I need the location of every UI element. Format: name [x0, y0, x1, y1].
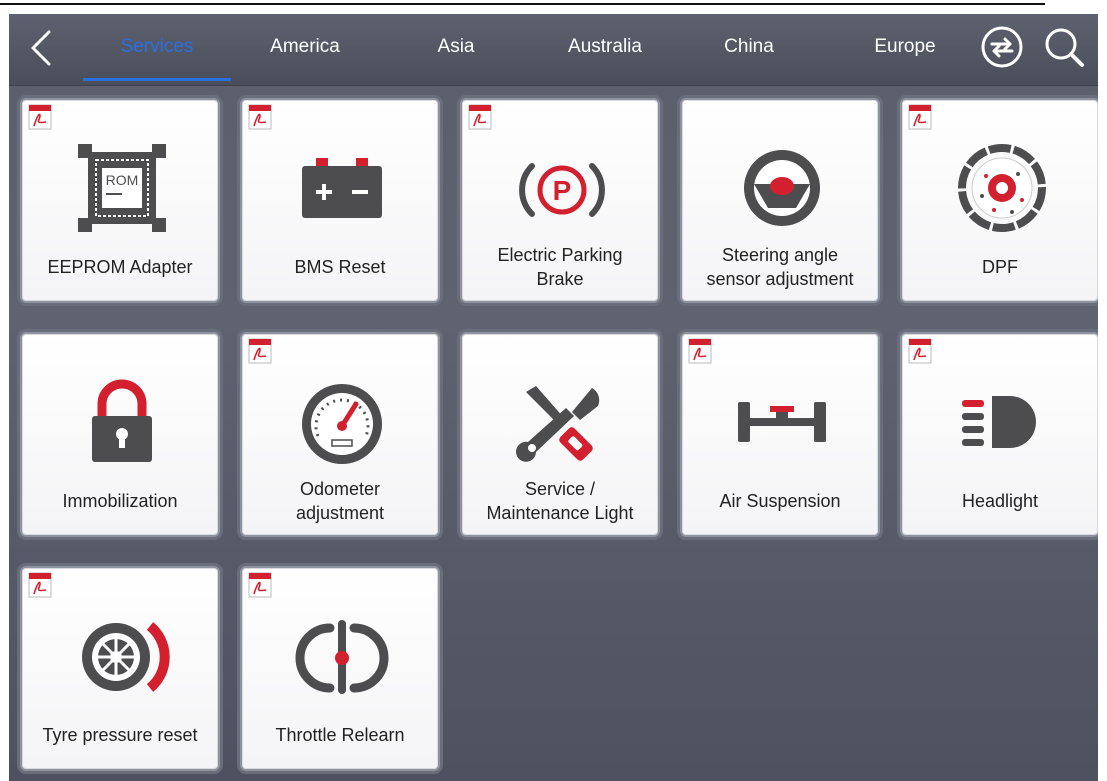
- tile-label: BMS Reset: [294, 257, 386, 277]
- search-icon[interactable]: [1041, 24, 1087, 70]
- brake-letter: P: [553, 175, 572, 206]
- tab-china[interactable]: China: [699, 14, 799, 86]
- tile-label: Tyre pressure reset: [42, 725, 198, 745]
- tile-eeprom-adapter[interactable]: ROM EEPROM Adapter: [20, 98, 220, 303]
- pdf-icon: [688, 338, 712, 364]
- back-chevron-icon[interactable]: [23, 28, 63, 68]
- steering-wheel-icon: [744, 150, 820, 226]
- tile-label: Odometer adjustment: [295, 479, 385, 523]
- tile-label: Throttle Relearn: [275, 725, 405, 745]
- rom-chip-icon: ROM: [78, 144, 166, 232]
- pdf-icon: [28, 572, 52, 598]
- top-navigation-bar: Services America Asia Australia China Eu…: [9, 14, 1098, 86]
- padlock-icon: [92, 379, 152, 462]
- tile-air-suspension[interactable]: Air Suspension: [680, 332, 880, 537]
- tab-asia[interactable]: Asia: [411, 14, 501, 86]
- headlight-icon: [962, 396, 1036, 448]
- parking-brake-icon: P: [519, 163, 605, 217]
- tile-headlight[interactable]: Headlight: [900, 332, 1098, 537]
- battery-icon: [302, 158, 382, 218]
- tile-electric-parking-brake[interactable]: P Electric Parking Brake: [460, 98, 660, 303]
- pdf-icon: [28, 104, 52, 130]
- tile-label: Electric Parking Brake: [497, 245, 623, 289]
- swap-icon[interactable]: [979, 24, 1025, 70]
- tile-label: Immobilization: [62, 491, 178, 511]
- tile-throttle-relearn[interactable]: Throttle Relearn: [240, 566, 440, 771]
- tile-odometer-adjustment[interactable]: Odometer adjustment: [240, 332, 440, 537]
- throttle-icon: [295, 620, 389, 694]
- tile-dpf[interactable]: DPF: [900, 98, 1098, 303]
- pdf-icon: [908, 338, 932, 364]
- odometer-icon: [302, 384, 382, 464]
- tyre-icon: [82, 622, 170, 692]
- wrench-screwdriver-icon: [516, 386, 600, 462]
- tile-label: EEPROM Adapter: [47, 257, 193, 277]
- app-window: Services America Asia Australia China Eu…: [9, 14, 1098, 781]
- chip-label: ROM: [106, 172, 139, 188]
- tile-tyre-pressure-reset[interactable]: Tyre pressure reset: [20, 566, 220, 771]
- active-tab-indicator: [83, 78, 231, 81]
- tab-america[interactable]: America: [247, 14, 363, 86]
- pdf-icon: [248, 104, 272, 130]
- tile-label: DPF: [982, 257, 1018, 277]
- pdf-icon: [468, 104, 492, 130]
- tile-steering-angle[interactable]: Steering angle sensor adjustment: [680, 98, 880, 303]
- pdf-icon: [248, 338, 272, 364]
- tab-services[interactable]: Services: [83, 14, 231, 86]
- tab-europe[interactable]: Europe: [855, 14, 955, 86]
- axle-suspension-icon: [738, 402, 826, 442]
- dpf-filter-icon: [958, 144, 1046, 232]
- tile-label: Steering angle sensor adjustment: [706, 245, 854, 289]
- tile-label: Service / Maintenance Light: [486, 479, 634, 523]
- tile-bms-reset[interactable]: BMS Reset: [240, 98, 440, 303]
- tile-label: Headlight: [961, 491, 1039, 511]
- tile-immobilization[interactable]: Immobilization: [20, 332, 220, 537]
- tab-australia[interactable]: Australia: [545, 14, 665, 86]
- tile-label: Air Suspension: [719, 491, 841, 511]
- tile-service-maintenance-light[interactable]: Service / Maintenance Light: [460, 332, 660, 537]
- pdf-icon: [908, 104, 932, 130]
- pdf-icon: [248, 572, 272, 598]
- top-rule: [0, 3, 1045, 5]
